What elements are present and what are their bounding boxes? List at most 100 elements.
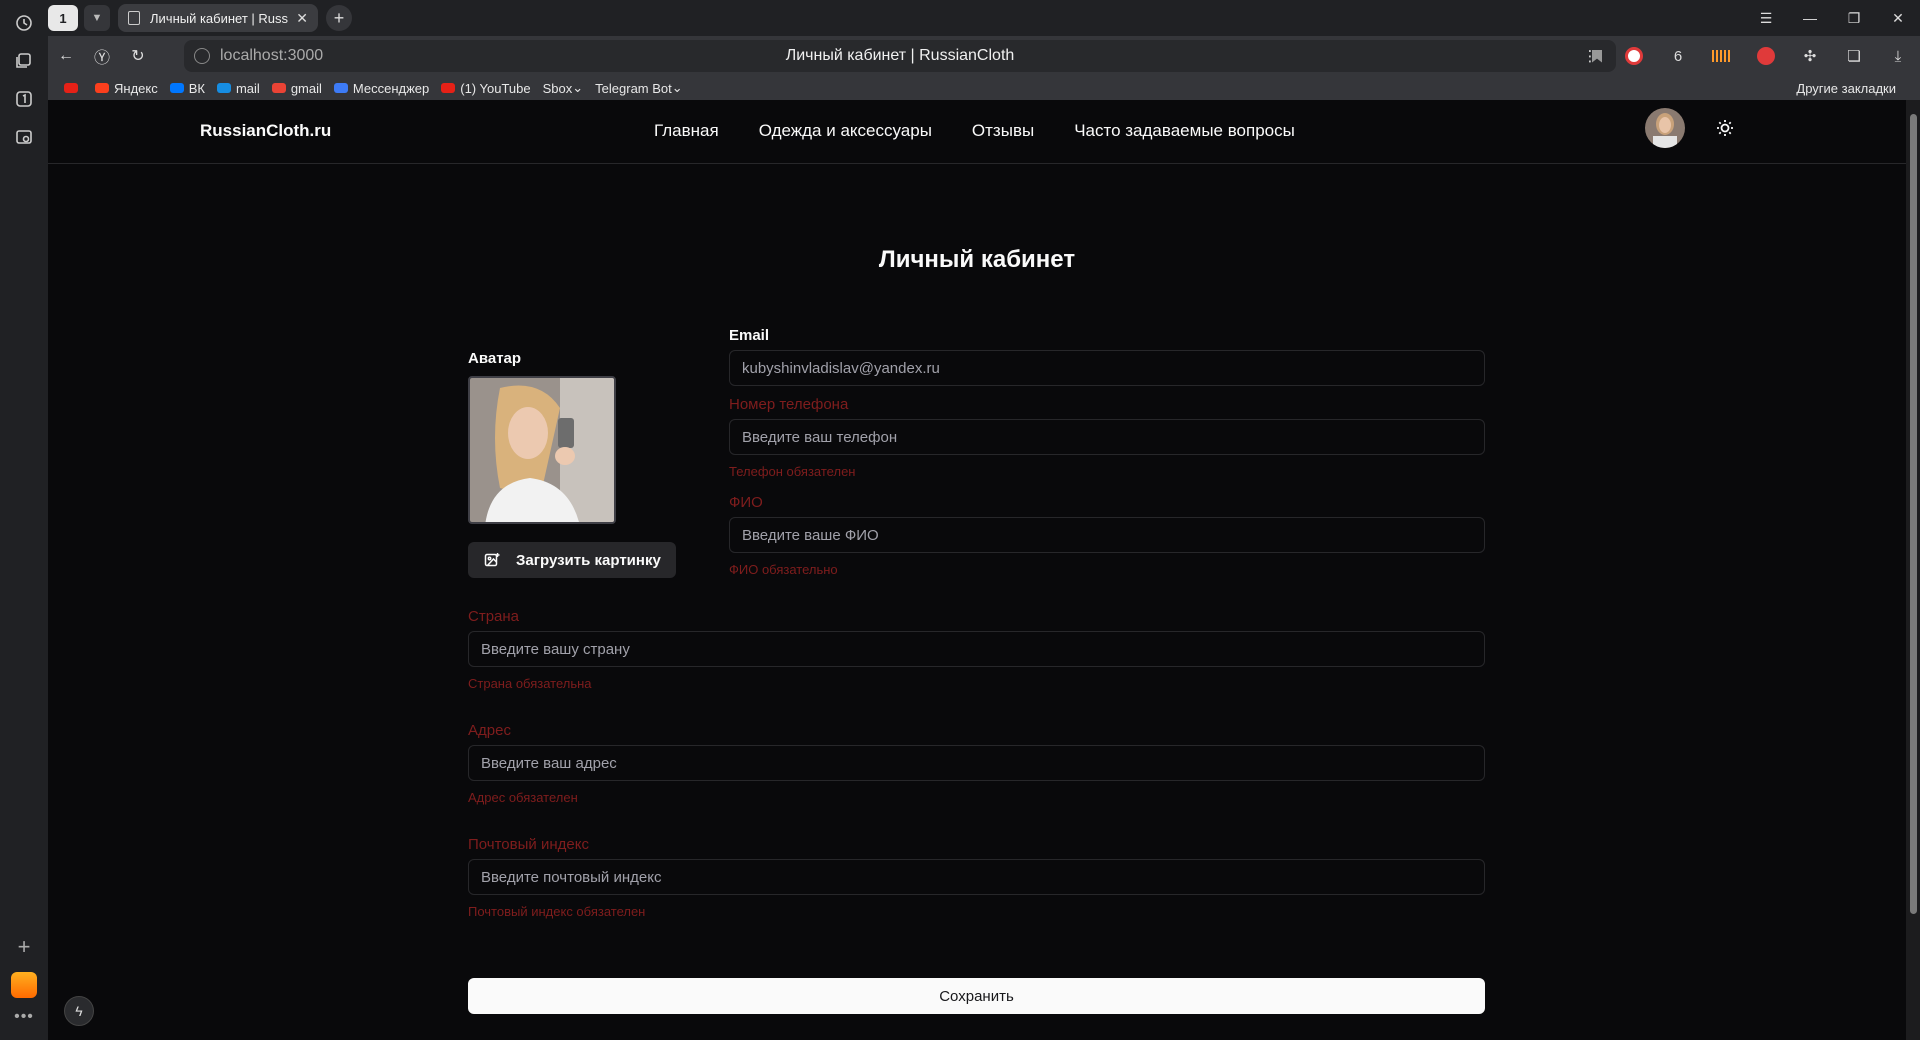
avatar-label: Аватар xyxy=(468,350,522,367)
active-tab[interactable]: Личный кабинет | Russ ✕ xyxy=(118,4,318,32)
country-label: Страна xyxy=(468,608,520,625)
bookmark-label: Яндекс xyxy=(114,80,158,96)
web-page: RussianCloth.ru Главная Одежда и аксессу… xyxy=(48,100,1906,1040)
extensions-icon[interactable]: ✣ xyxy=(1788,36,1832,76)
ext-audio-icon[interactable] xyxy=(1700,36,1744,76)
restore-icon[interactable]: ❐ xyxy=(1832,0,1876,36)
bookmark-label: Sbox xyxy=(542,80,573,96)
bookmark-item[interactable]: Sbox ⌄ xyxy=(543,80,584,96)
yandex-icon[interactable]: Ⓨ xyxy=(84,40,120,72)
bookmark-item[interactable]: Мессенджер xyxy=(333,81,429,96)
download-icon[interactable]: ⤓ xyxy=(1876,36,1920,76)
ext-music-icon[interactable] xyxy=(1744,36,1788,76)
chevron-down-icon: ⌄ xyxy=(671,80,683,95)
zip-field[interactable] xyxy=(468,859,1485,895)
user-avatar[interactable] xyxy=(1645,108,1685,148)
nav-clothing[interactable]: Одежда и аксессуары xyxy=(759,121,932,141)
mail-app-icon[interactable] xyxy=(11,972,37,998)
reading-list-icon[interactable]: ❏ xyxy=(1832,36,1876,76)
bookmark-favicon-icon xyxy=(216,83,231,93)
nav-home[interactable]: Главная xyxy=(654,121,719,141)
bookmark-item[interactable]: Яндекс xyxy=(95,81,158,96)
upload-image-button[interactable]: Загрузить картинку xyxy=(468,542,676,578)
tab-strip: 1 ▼ Личный кабинет | Russ ✕ + ☰ — ❐ ✕ xyxy=(48,0,1920,36)
bookmark-item[interactable]: Telegram Bot ⌄ xyxy=(595,80,683,96)
bookmark-label: mail xyxy=(235,80,260,96)
page-title-in-bar: Личный кабинет | RussianCloth xyxy=(785,47,1015,64)
chevron-down-icon: ⌄ xyxy=(572,80,584,95)
phone-error: Телефон обязателен xyxy=(729,464,856,479)
site-header: RussianCloth.ru Главная Одежда и аксессу… xyxy=(48,100,1906,164)
bookmark-label: ВК xyxy=(188,80,205,96)
page-heading: Личный кабинет xyxy=(878,246,1076,273)
close-window-icon[interactable]: ✕ xyxy=(1876,0,1920,36)
bookmark-label: gmail xyxy=(290,80,322,96)
nav-reviews[interactable]: Отзывы xyxy=(972,121,1034,141)
collections-icon[interactable] xyxy=(9,46,39,76)
lightning-icon[interactable]: ϟ xyxy=(64,996,94,1026)
other-bookmarks[interactable]: Другие закладки xyxy=(1796,81,1896,96)
browser-window: + ••• 1 ▼ Личный кабинет | Russ ✕ + ☰ — … xyxy=(0,0,1920,1040)
bookmark-favicon-icon xyxy=(169,83,184,93)
bookmark-label: Telegram Bot xyxy=(595,80,672,96)
tabs-count-icon[interactable] xyxy=(9,84,39,114)
theme-toggle-icon[interactable] xyxy=(1716,119,1734,137)
phone-field[interactable] xyxy=(729,419,1485,455)
zip-label: Почтовый индекс xyxy=(468,836,589,853)
url-text: localhost:3000 xyxy=(220,47,324,64)
bookmark-item[interactable]: (1) YouTube xyxy=(441,80,531,96)
save-button[interactable]: Сохранить xyxy=(468,978,1485,1014)
avatar-image xyxy=(468,376,616,524)
fio-label: ФИО xyxy=(729,494,763,511)
fio-error: ФИО обязательно xyxy=(729,562,838,577)
zip-error: Почтовый индекс обязателен xyxy=(468,904,646,919)
bookmark-label: (1) YouTube xyxy=(460,80,531,96)
bookmark-item[interactable]: ВК xyxy=(169,80,205,96)
bookmark-favicon-icon xyxy=(64,83,78,93)
extensions-toolbar: ⋮ 6 ✣ ❏ ⤓ xyxy=(1568,36,1920,76)
window-controls: ☰ — ❐ ✕ xyxy=(1744,0,1920,36)
page-scrollbar[interactable] xyxy=(1906,100,1920,1040)
bookmarks-bar: Яндекс ВК mail gmail Мессенджер (1) YouTube Sb… xyxy=(48,76,1920,100)
more-icon[interactable]: ••• xyxy=(14,1008,34,1026)
phone-label: Номер телефона xyxy=(729,396,849,413)
bookmark-item[interactable] xyxy=(64,83,83,93)
add-panel-icon[interactable]: + xyxy=(9,932,39,962)
tab-title: Личный кабинет | Russ xyxy=(150,10,289,26)
address-toolbar: ← Ⓨ ↻ localhost:3000 Личный кабинет | Ru… xyxy=(48,36,1920,76)
bookmark-favicon-icon xyxy=(333,83,348,93)
screenshot-icon[interactable] xyxy=(9,122,39,152)
close-icon[interactable]: ✕ xyxy=(296,10,308,27)
scroll-thumb[interactable] xyxy=(1910,114,1917,914)
country-error: Страна обязательна xyxy=(468,676,592,691)
fio-field[interactable] xyxy=(729,517,1485,553)
bookmark-item[interactable]: mail xyxy=(216,80,260,96)
address-label: Адрес xyxy=(468,722,511,739)
main-nav: Главная Одежда и аксессуары Отзывы Часто… xyxy=(654,121,1295,141)
address-field[interactable] xyxy=(468,745,1485,781)
chevron-down-icon[interactable]: ▼ xyxy=(84,5,110,31)
country-field[interactable] xyxy=(468,631,1485,667)
reload-icon[interactable]: ↻ xyxy=(120,40,156,72)
browser-sidebar: + ••• xyxy=(0,0,48,1040)
address-bar[interactable]: localhost:3000 Личный кабинет | RussianC… xyxy=(184,40,1616,72)
menu-icon[interactable]: ☰ xyxy=(1744,0,1788,36)
email-field[interactable] xyxy=(729,350,1485,386)
upload-label: Загрузить картинку xyxy=(516,551,661,569)
site-logo[interactable]: RussianCloth.ru xyxy=(200,121,331,141)
more-vert-icon[interactable]: ⋮ xyxy=(1568,36,1612,76)
history-icon[interactable] xyxy=(9,8,39,38)
bookmark-item[interactable]: gmail xyxy=(271,80,322,96)
minimize-icon[interactable]: — xyxy=(1788,0,1832,36)
bookmark-favicon-icon xyxy=(271,83,286,93)
tab-counter[interactable]: 1 xyxy=(48,5,78,31)
ext-record-icon[interactable] xyxy=(1612,36,1656,76)
back-icon[interactable]: ← xyxy=(48,40,84,72)
new-tab-button[interactable]: + xyxy=(326,5,352,31)
address-error: Адрес обязателен xyxy=(468,790,578,805)
bookmark-favicon-icon xyxy=(95,83,109,93)
site-info-icon[interactable] xyxy=(194,48,210,64)
nav-faq[interactable]: Часто задаваемые вопросы xyxy=(1074,121,1295,141)
page-icon xyxy=(128,11,140,25)
ext-badge-icon[interactable]: 6 xyxy=(1656,36,1700,76)
